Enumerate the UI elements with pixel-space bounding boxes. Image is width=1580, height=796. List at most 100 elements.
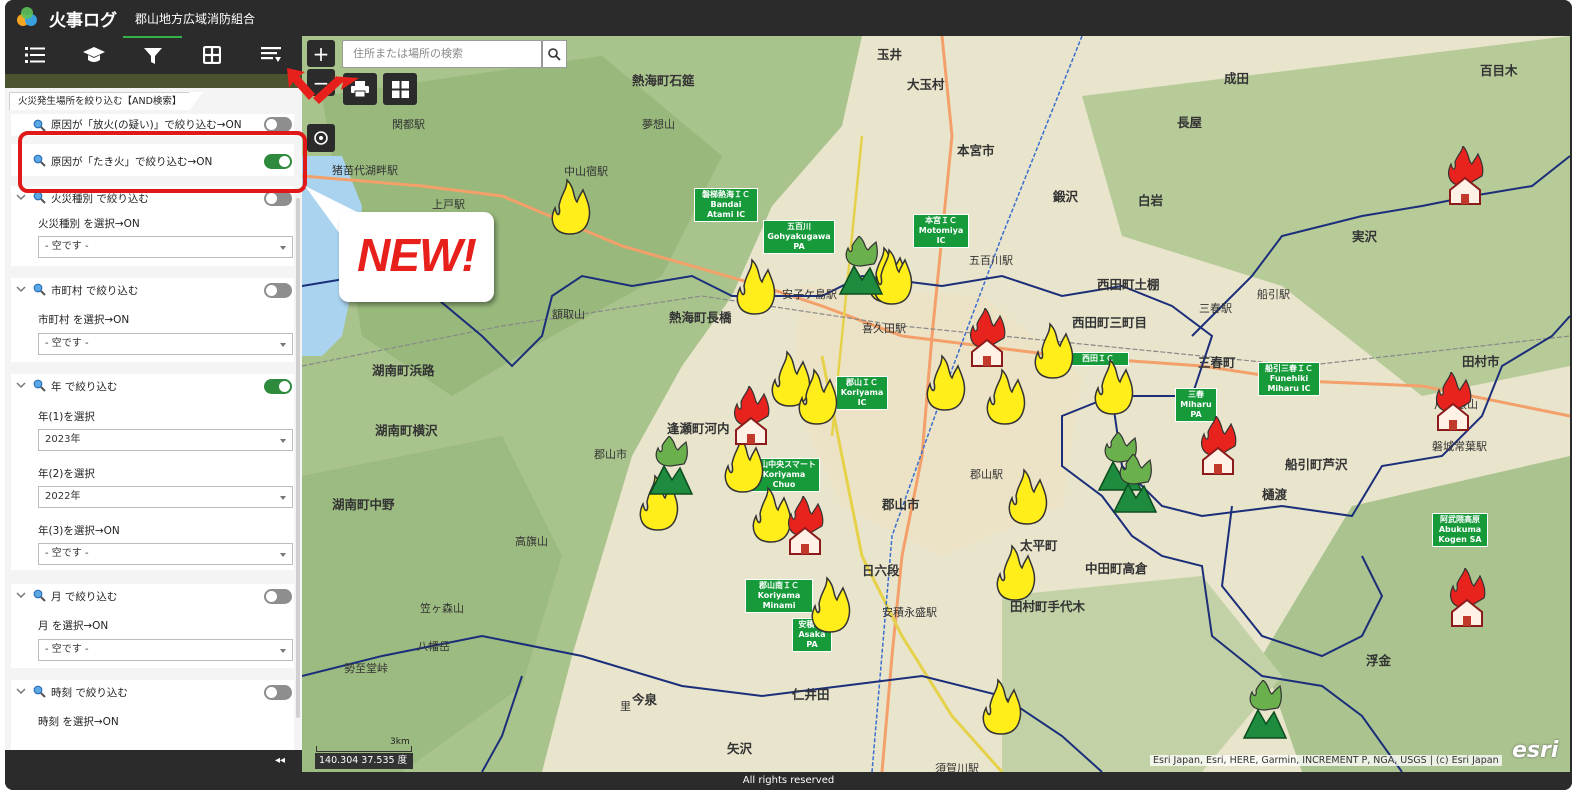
bonfire-marker-icon[interactable] [794,366,840,426]
search-button[interactable] [542,40,567,68]
place-label: 実沢 [1352,229,1378,244]
search-icon [548,47,561,61]
place-label: 田村市 [1462,354,1500,369]
chevron-down-icon[interactable] [16,192,26,202]
ic-badge[interactable]: 船引三春ＩＣ Funehiki Miharu IC [1258,362,1320,396]
filter-sublabel: 火災種別 を選択→ON [38,218,140,230]
station-label: 喜久田駅 [862,322,906,335]
place-label: 今泉 [632,692,658,707]
filter-year: 年 で絞り込む 年(1)を選択 2023年 年(2)を選択 2022年 年(3)… [11,374,294,570]
month-select[interactable]: - 空です - [38,639,293,661]
house-fire-marker-icon[interactable] [1444,568,1490,628]
place-label: 西田町土棚 [1097,277,1160,292]
chevron-down-icon[interactable] [16,686,26,696]
collapse-panel-button[interactable]: ◂◂ [275,755,285,766]
app-header: 火事ログ 郡山地方広域消防組合 [5,0,1572,36]
map-view[interactable]: 郡山市 本宮市 田村市 熱海町石筵 熱海町長橋 湖南町浜路 湖南町横沢 湖南町中… [302,36,1570,772]
station-label: 須賀川駅 [935,762,979,772]
ic-badge[interactable]: 磐梯熱海ＩＣ Bandai Atami IC [694,188,758,222]
place-label: 湖南町中野 [332,497,395,512]
forest-fire-marker-icon[interactable] [648,436,694,496]
house-fire-marker-icon[interactable] [782,496,828,556]
panel-scrollbar[interactable] [296,198,300,718]
house-fire-marker-icon[interactable] [1430,372,1476,432]
filter-label: 年 で絞り込む [51,381,118,393]
bonfire-marker-icon[interactable] [978,676,1024,736]
ic-badge[interactable]: 阿武隈高原 Abukuma Kogen SA [1432,513,1488,547]
forest-fire-marker-icon[interactable] [838,236,884,296]
house-fire-marker-icon[interactable] [728,386,774,446]
year3-select[interactable]: - 空です - [38,543,293,565]
filter-label: 時刻 で絞り込む [51,687,128,699]
station-label: 関都駅 [392,118,425,131]
year1-label: 年(1)を選択 [38,411,95,423]
place-label: 日六段 [862,563,900,578]
filter-sublabel: 時刻 を選択→ON [38,716,119,728]
fire-type-select[interactable]: - 空です - [38,236,293,258]
bonfire-marker-icon[interactable] [1030,320,1076,380]
bonfire-marker-icon[interactable] [1004,466,1050,526]
place-label: 三春町 [1198,355,1236,370]
place-label: 湖南町浜路 [372,363,435,378]
station-label: 船引駅 [1257,288,1290,301]
place-label: 船引町芦沢 [1285,457,1348,472]
filter-month: 月 で絞り込む 月 を選択→ON - 空です - [11,584,294,668]
basemap-gallery-button[interactable] [383,73,417,105]
house-fire-marker-icon[interactable] [1195,416,1241,476]
bonfire-marker-icon[interactable] [1090,356,1136,416]
filter-toggle[interactable] [264,379,292,394]
filter-label: 月 で絞り込む [51,591,118,603]
place-label: 浮金 [1366,653,1392,668]
chevron-down-icon[interactable] [16,590,26,600]
house-fire-marker-icon[interactable] [1442,146,1488,206]
place-label: 郡山市 [594,448,627,461]
filter-toggle[interactable] [264,685,292,700]
ic-badge[interactable]: 郡山ＩＣ Koriyama IC [836,376,888,410]
place-label: 成田 [1224,71,1250,86]
place-label: 郡山市 [882,497,920,512]
bonfire-marker-icon[interactable] [732,256,778,316]
panel-tab[interactable]: 火災発生場所を絞り込む【AND検索】 [9,92,204,111]
filter-toggle[interactable] [264,283,292,298]
forest-fire-marker-icon[interactable] [1242,680,1288,740]
station-label: 郡山駅 [970,468,1003,481]
search-input[interactable]: 住所または場所の検索 [342,40,542,68]
house-fire-marker-icon[interactable] [964,308,1010,368]
place-label: 百目木 [1480,63,1518,78]
ic-badge[interactable]: 郡山南ＩＣ Koriyama Minami [745,579,813,613]
filter-fire-type: 火災種別 で絞り込む 火災種別 を選択→ON - 空です - [11,186,294,266]
place-label: 熱海町石筵 [632,73,695,88]
esri-logo: esri [1512,738,1559,763]
place-label: 樋渡 [1262,487,1288,502]
bonfire-marker-icon[interactable] [547,176,593,236]
callout-text: NEW! [357,229,477,281]
ic-badge[interactable]: 五百川 Gohyakugawa PA [763,220,835,254]
ic-badge[interactable]: 本宮ＩＣ Motomiya IC [913,214,969,248]
filter-label: 火災種別 で絞り込む [51,193,149,205]
forest-fire-marker-icon[interactable] [1112,454,1158,514]
list-button[interactable] [5,36,64,74]
bonfire-marker-icon[interactable] [922,352,968,412]
bonfire-marker-icon[interactable] [807,574,853,634]
grid-button[interactable] [182,36,241,74]
legend-icon [260,47,281,62]
municipality-select[interactable]: - 空です - [38,333,293,355]
app-logo-icon [17,7,37,26]
place-label: 玉井 [877,47,903,62]
station-label: 安積永盛駅 [882,606,937,619]
filter-button[interactable] [123,36,182,74]
bonfire-marker-icon[interactable] [982,366,1028,426]
bonfire-marker-icon[interactable] [992,542,1038,602]
year2-select[interactable]: 2022年 [38,486,293,508]
chevron-down-icon[interactable] [16,284,26,294]
about-button[interactable] [64,36,123,74]
locate-icon [314,131,328,145]
filter-toggle[interactable] [264,191,292,206]
grid-icon [202,46,221,64]
year1-select[interactable]: 2023年 [38,429,293,451]
filter-toggle[interactable] [264,589,292,604]
chevron-down-icon[interactable] [16,380,26,390]
app-subtitle: 郡山地方広域消防組合 [135,12,256,26]
arrow-annotation-icon [287,68,359,104]
search-icon [33,283,46,296]
